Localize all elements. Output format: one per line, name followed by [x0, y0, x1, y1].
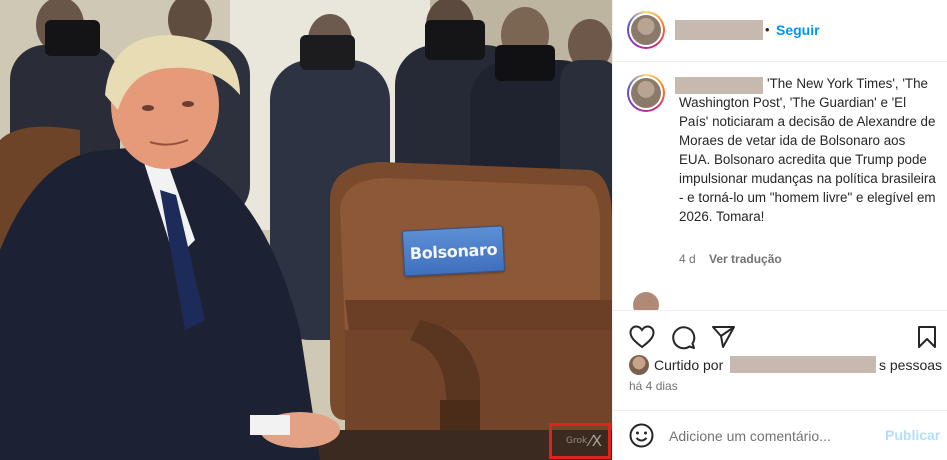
name-plate: Bolsonaro [401, 225, 506, 277]
publish-button[interactable]: Publicar [885, 427, 940, 443]
bookmark-icon[interactable] [917, 325, 937, 349]
follow-button[interactable]: Seguir [776, 22, 820, 38]
liked-by-suffix[interactable]: s pessoas [879, 357, 942, 373]
next-comment-avatar[interactable] [633, 292, 659, 310]
caption-author-avatar[interactable] [627, 74, 665, 112]
comment-icon[interactable] [671, 325, 696, 350]
watermark-highlight: Grok ⁄X [549, 423, 611, 459]
caption-text-block: 'The New York Times', 'The Washington Po… [679, 74, 939, 226]
emoji-icon[interactable] [629, 423, 654, 448]
caption-meta: 4 d Ver tradução [679, 252, 782, 266]
caption-text: 'The New York Times', 'The Washington Po… [679, 76, 936, 224]
caption-area: 'The New York Times', 'The Washington Po… [613, 62, 947, 310]
post-side-panel: • Seguir 'The New York Times', 'The Wash… [612, 0, 947, 460]
heart-icon[interactable] [629, 325, 655, 349]
watermark-text: Grok [566, 436, 588, 446]
post-time-ago: há 4 dias [629, 379, 678, 393]
separator-dot: • [765, 22, 770, 37]
scene-illustration [0, 0, 612, 460]
grok-logo-icon: ⁄X [589, 432, 602, 450]
share-icon[interactable] [711, 325, 736, 349]
comment-bar: Publicar [613, 410, 947, 460]
author-avatar[interactable] [627, 11, 665, 49]
liked-by-prefix: Curtido por [654, 357, 724, 373]
translate-link[interactable]: Ver tradução [709, 252, 782, 266]
redacted-username [675, 20, 763, 40]
action-bar: Curtido por s pessoas há 4 dias [613, 310, 947, 410]
redacted-liker-name [730, 356, 876, 373]
liker-avatar[interactable] [629, 355, 649, 375]
comment-input[interactable] [669, 425, 879, 447]
post-header: • Seguir [613, 0, 947, 62]
caption-age: 4 d [679, 252, 696, 266]
post-image[interactable]: Bolsonaro Grok ⁄X [0, 0, 612, 460]
